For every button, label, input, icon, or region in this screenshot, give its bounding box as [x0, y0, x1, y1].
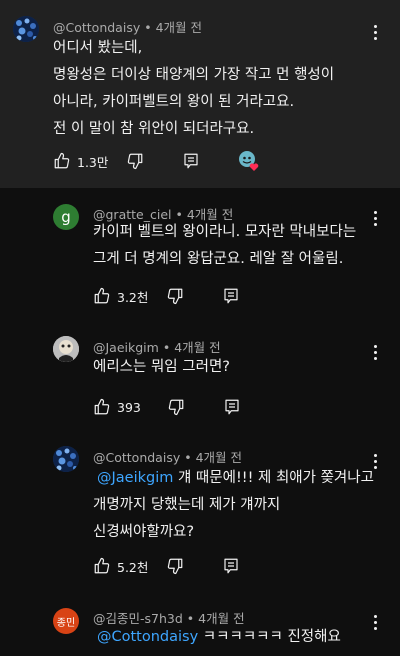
- highlighted-comment: @Cottondaisy • 4개월 전 어디서 봤는데, 명왕성은 더이상 태…: [0, 0, 400, 188]
- comment-line: 카이퍼 벨트의 왕이라니. 모자란 막내보다는: [93, 224, 357, 240]
- more-options-icon[interactable]: [365, 20, 385, 44]
- timestamp[interactable]: 4개월 전: [174, 340, 220, 355]
- comment-line: 전 이 말이 참 위안이 되더라구요.: [53, 121, 255, 137]
- like-button[interactable]: 1.3만: [53, 152, 108, 171]
- comment-text: 카이퍼 벨트의 왕이라니. 모자란 막내보다는 그게 더 명계의 왕답군요. 레…: [93, 219, 356, 273]
- thumbs-up-icon: [94, 398, 110, 415]
- comment-actions: 393: [93, 395, 241, 419]
- reply-button[interactable]: [222, 557, 240, 575]
- comment-line: 명왕성은 더이상 태양계의 가장 작고 먼 행성이: [53, 67, 335, 83]
- thumbs-up-icon: [54, 152, 70, 169]
- reply-comment: @Jaeikgim • 4개월 전 에리스는 뭐임 그러면? 393: [0, 323, 400, 435]
- avatar-letter: g: [61, 208, 71, 226]
- thumbs-down-icon: [168, 558, 183, 575]
- comment-line: 개명까지 당했는데 제가 걔까지: [93, 497, 281, 513]
- comment-text: 어디서 봤는데, 명왕성은 더이상 태양계의 가장 작고 먼 행성이 아니라, …: [53, 35, 334, 143]
- comment-actions: 3.2천: [93, 284, 240, 308]
- reply-icon: [224, 288, 238, 304]
- more-options-icon[interactable]: [365, 610, 385, 634]
- author-name[interactable]: @Cottondaisy: [93, 450, 180, 465]
- comment-text: 에리스는 뭐임 그러면?: [93, 354, 230, 381]
- author-name[interactable]: @Cottondaisy: [53, 20, 140, 35]
- like-button[interactable]: 393: [93, 398, 141, 416]
- reply-comment: 종민 @김종민-s7h3d • 4개월 전 @Cottondaisy ㅋㅋㅋㅋㅋ…: [0, 595, 400, 656]
- comment-line: @Cottondaisy ㅋㅋㅋㅋㅋㅋ 진정해요: [93, 624, 341, 651]
- avatar[interactable]: g: [53, 204, 79, 230]
- creator-heart-badge: [238, 150, 260, 172]
- timestamp[interactable]: 4개월 전: [156, 20, 202, 35]
- thumbs-down-icon: [128, 153, 143, 170]
- like-count: 5.2천: [117, 559, 149, 575]
- comment-line-text: ㅋㅋㅋㅋㅋㅋ 진정해요: [198, 629, 341, 645]
- like-count: 1.3만: [77, 154, 109, 170]
- reply-icon: [224, 558, 238, 574]
- comment-line: 어디서 봤는데,: [53, 40, 143, 56]
- comment-line: 그게 더 명계의 왕답군요. 레알 잘 어울림.: [93, 251, 344, 267]
- dislike-button[interactable]: [166, 557, 184, 575]
- comment-text: @Cottondaisy ㅋㅋㅋㅋㅋㅋ 진정해요: [93, 624, 341, 651]
- mention-link[interactable]: @Jaeikgim: [97, 470, 173, 486]
- avatar[interactable]: [13, 16, 39, 42]
- like-button[interactable]: 5.2천: [93, 557, 148, 576]
- comment-line: @Jaeikgim 걔 때문에!!! 제 최애가 쫒겨나고: [93, 465, 374, 492]
- dislike-button[interactable]: [167, 398, 185, 416]
- avatar[interactable]: [53, 336, 79, 362]
- thumbs-down-icon: [168, 399, 184, 416]
- thumbs-down-icon: [168, 288, 183, 305]
- reply-icon: [225, 399, 239, 415]
- comment-line: 에리스는 뭐임 그러면?: [93, 359, 230, 375]
- more-options-icon[interactable]: [365, 206, 385, 230]
- comment-actions: 1.3만: [53, 149, 260, 173]
- like-count: 393: [117, 399, 141, 415]
- comment-meta: @Cottondaisy • 4개월 전: [53, 20, 203, 35]
- avatar-letter: 종민: [56, 617, 76, 629]
- comment-actions: 5.2천: [93, 554, 240, 578]
- mention-link[interactable]: @Cottondaisy: [97, 629, 198, 645]
- reply-icon: [184, 153, 198, 169]
- comment-text: @Jaeikgim 걔 때문에!!! 제 최애가 쫒겨나고 개명까지 당했는데 …: [93, 465, 374, 546]
- reply-comment: g @gratte_ciel • 4개월 전 카이퍼 벨트의 왕이라니. 모자란…: [0, 188, 400, 323]
- avatar[interactable]: 종민: [53, 608, 79, 634]
- jaeikgim-avatar-icon: [53, 336, 79, 362]
- comment-meta: @Cottondaisy • 4개월 전: [93, 450, 243, 465]
- more-options-icon[interactable]: [365, 340, 385, 364]
- author-name[interactable]: @Jaeikgim: [93, 340, 159, 355]
- dislike-button[interactable]: [126, 152, 144, 170]
- comment-line: 신경써야할까요?: [93, 524, 195, 540]
- dislike-button[interactable]: [166, 287, 184, 305]
- like-count: 3.2천: [117, 289, 149, 305]
- timestamp[interactable]: 4개월 전: [196, 450, 242, 465]
- avatar[interactable]: [53, 446, 79, 472]
- like-button[interactable]: 3.2천: [93, 287, 148, 306]
- cotton-daisy-avatar-icon: [53, 446, 79, 472]
- thumbs-up-icon: [94, 557, 110, 574]
- reply-button[interactable]: [182, 152, 200, 170]
- comment-line: 아니라, 카이퍼벨트의 왕이 된 거라고요.: [53, 94, 295, 110]
- reply-button[interactable]: [222, 287, 240, 305]
- comment-line-text: 걔 때문에!!! 제 최애가 쫒겨나고: [173, 470, 374, 486]
- cotton-daisy-avatar-icon: [13, 16, 39, 42]
- reply-button[interactable]: [223, 398, 241, 416]
- reply-comment: @Cottondaisy • 4개월 전 @Jaeikgim 걔 때문에!!! …: [0, 435, 400, 595]
- thumbs-up-icon: [94, 287, 110, 304]
- creator-heart-icon: [239, 151, 259, 171]
